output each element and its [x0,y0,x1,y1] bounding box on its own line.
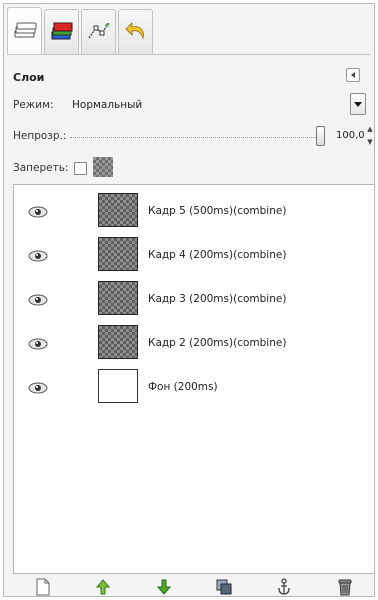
layers-tab-icon [12,19,38,44]
paths-tab-icon [86,20,112,45]
visibility-eye-icon[interactable] [28,293,48,307]
mode-dropdown-button[interactable] [350,93,366,115]
list-item[interactable]: Кадр 5 (500ms)(combine) [14,191,374,235]
raise-layer-button[interactable] [92,578,114,598]
lock-alpha-checkbox[interactable] [74,162,87,175]
layer-thumbnail [98,237,138,271]
visibility-eye-icon[interactable] [28,381,48,395]
new-layer-icon [36,578,50,599]
dock-tab-strip [7,7,155,57]
channels-tab-icon [49,20,75,45]
spin-down-icon[interactable]: ▼ [367,138,372,147]
delete-layer-button[interactable] [334,578,356,598]
layer-list: Кадр 5 (500ms)(combine) Кадр 4 (200ms)(c… [13,184,375,574]
undo-history-tab-icon [123,20,149,45]
spin-up-icon[interactable]: ▲ [367,125,372,134]
layer-thumbnail [98,193,138,227]
delete-layer-icon [338,578,352,599]
layer-thumbnail [98,325,138,359]
visibility-eye-icon[interactable] [28,249,48,263]
tab-layers[interactable] [7,7,42,55]
layers-dock-panel: Слои Режим: Нормальный Непрозр.: 100,0 ▲… [3,3,375,597]
list-item[interactable]: Кадр 3 (200ms)(combine) [14,279,374,323]
panel-menu-button[interactable] [346,68,360,82]
list-item[interactable]: Фон (200ms) [14,367,374,411]
tab-paths[interactable] [81,9,116,55]
lock-alpha-icon [93,157,113,177]
mode-label: Режим: [13,99,54,111]
list-item[interactable]: Кадр 2 (200ms)(combine) [14,323,374,367]
raise-layer-icon [96,578,111,598]
tab-undo-history[interactable] [118,9,153,55]
anchor-layer-button[interactable] [273,577,295,599]
opacity-spinner[interactable]: ▲ ▼ [366,125,374,147]
duplicate-layer-icon [216,579,232,598]
lock-label: Запереть: [13,162,69,174]
new-layer-button[interactable] [32,578,54,598]
opacity-slider[interactable] [70,137,322,138]
duplicate-layer-button[interactable] [213,578,235,598]
layer-thumbnail [98,281,138,315]
opacity-label: Непрозр.: [13,130,67,142]
layer-name: Кадр 2 (200ms)(combine) [148,337,287,349]
tab-channels[interactable] [44,9,79,55]
visibility-eye-icon[interactable] [28,205,48,219]
opacity-slider-handle[interactable] [316,126,325,146]
visibility-eye-icon[interactable] [28,337,48,351]
layer-actions-toolbar [13,576,375,600]
panel-title: Слои [13,71,45,84]
layer-name: Кадр 3 (200ms)(combine) [148,293,287,305]
layer-name: Кадр 4 (200ms)(combine) [148,249,287,261]
tab-strip-divider [7,54,371,55]
mode-select[interactable]: Нормальный [72,99,142,111]
list-item[interactable]: Кадр 4 (200ms)(combine) [14,235,374,279]
layer-thumbnail [98,369,138,403]
anchor-layer-icon [276,577,292,599]
opacity-value[interactable]: 100,0 [336,130,365,141]
lower-layer-icon [156,579,171,598]
lower-layer-button[interactable] [153,578,175,598]
layer-name: Фон (200ms) [148,381,218,393]
layer-name: Кадр 5 (500ms)(combine) [148,205,287,217]
